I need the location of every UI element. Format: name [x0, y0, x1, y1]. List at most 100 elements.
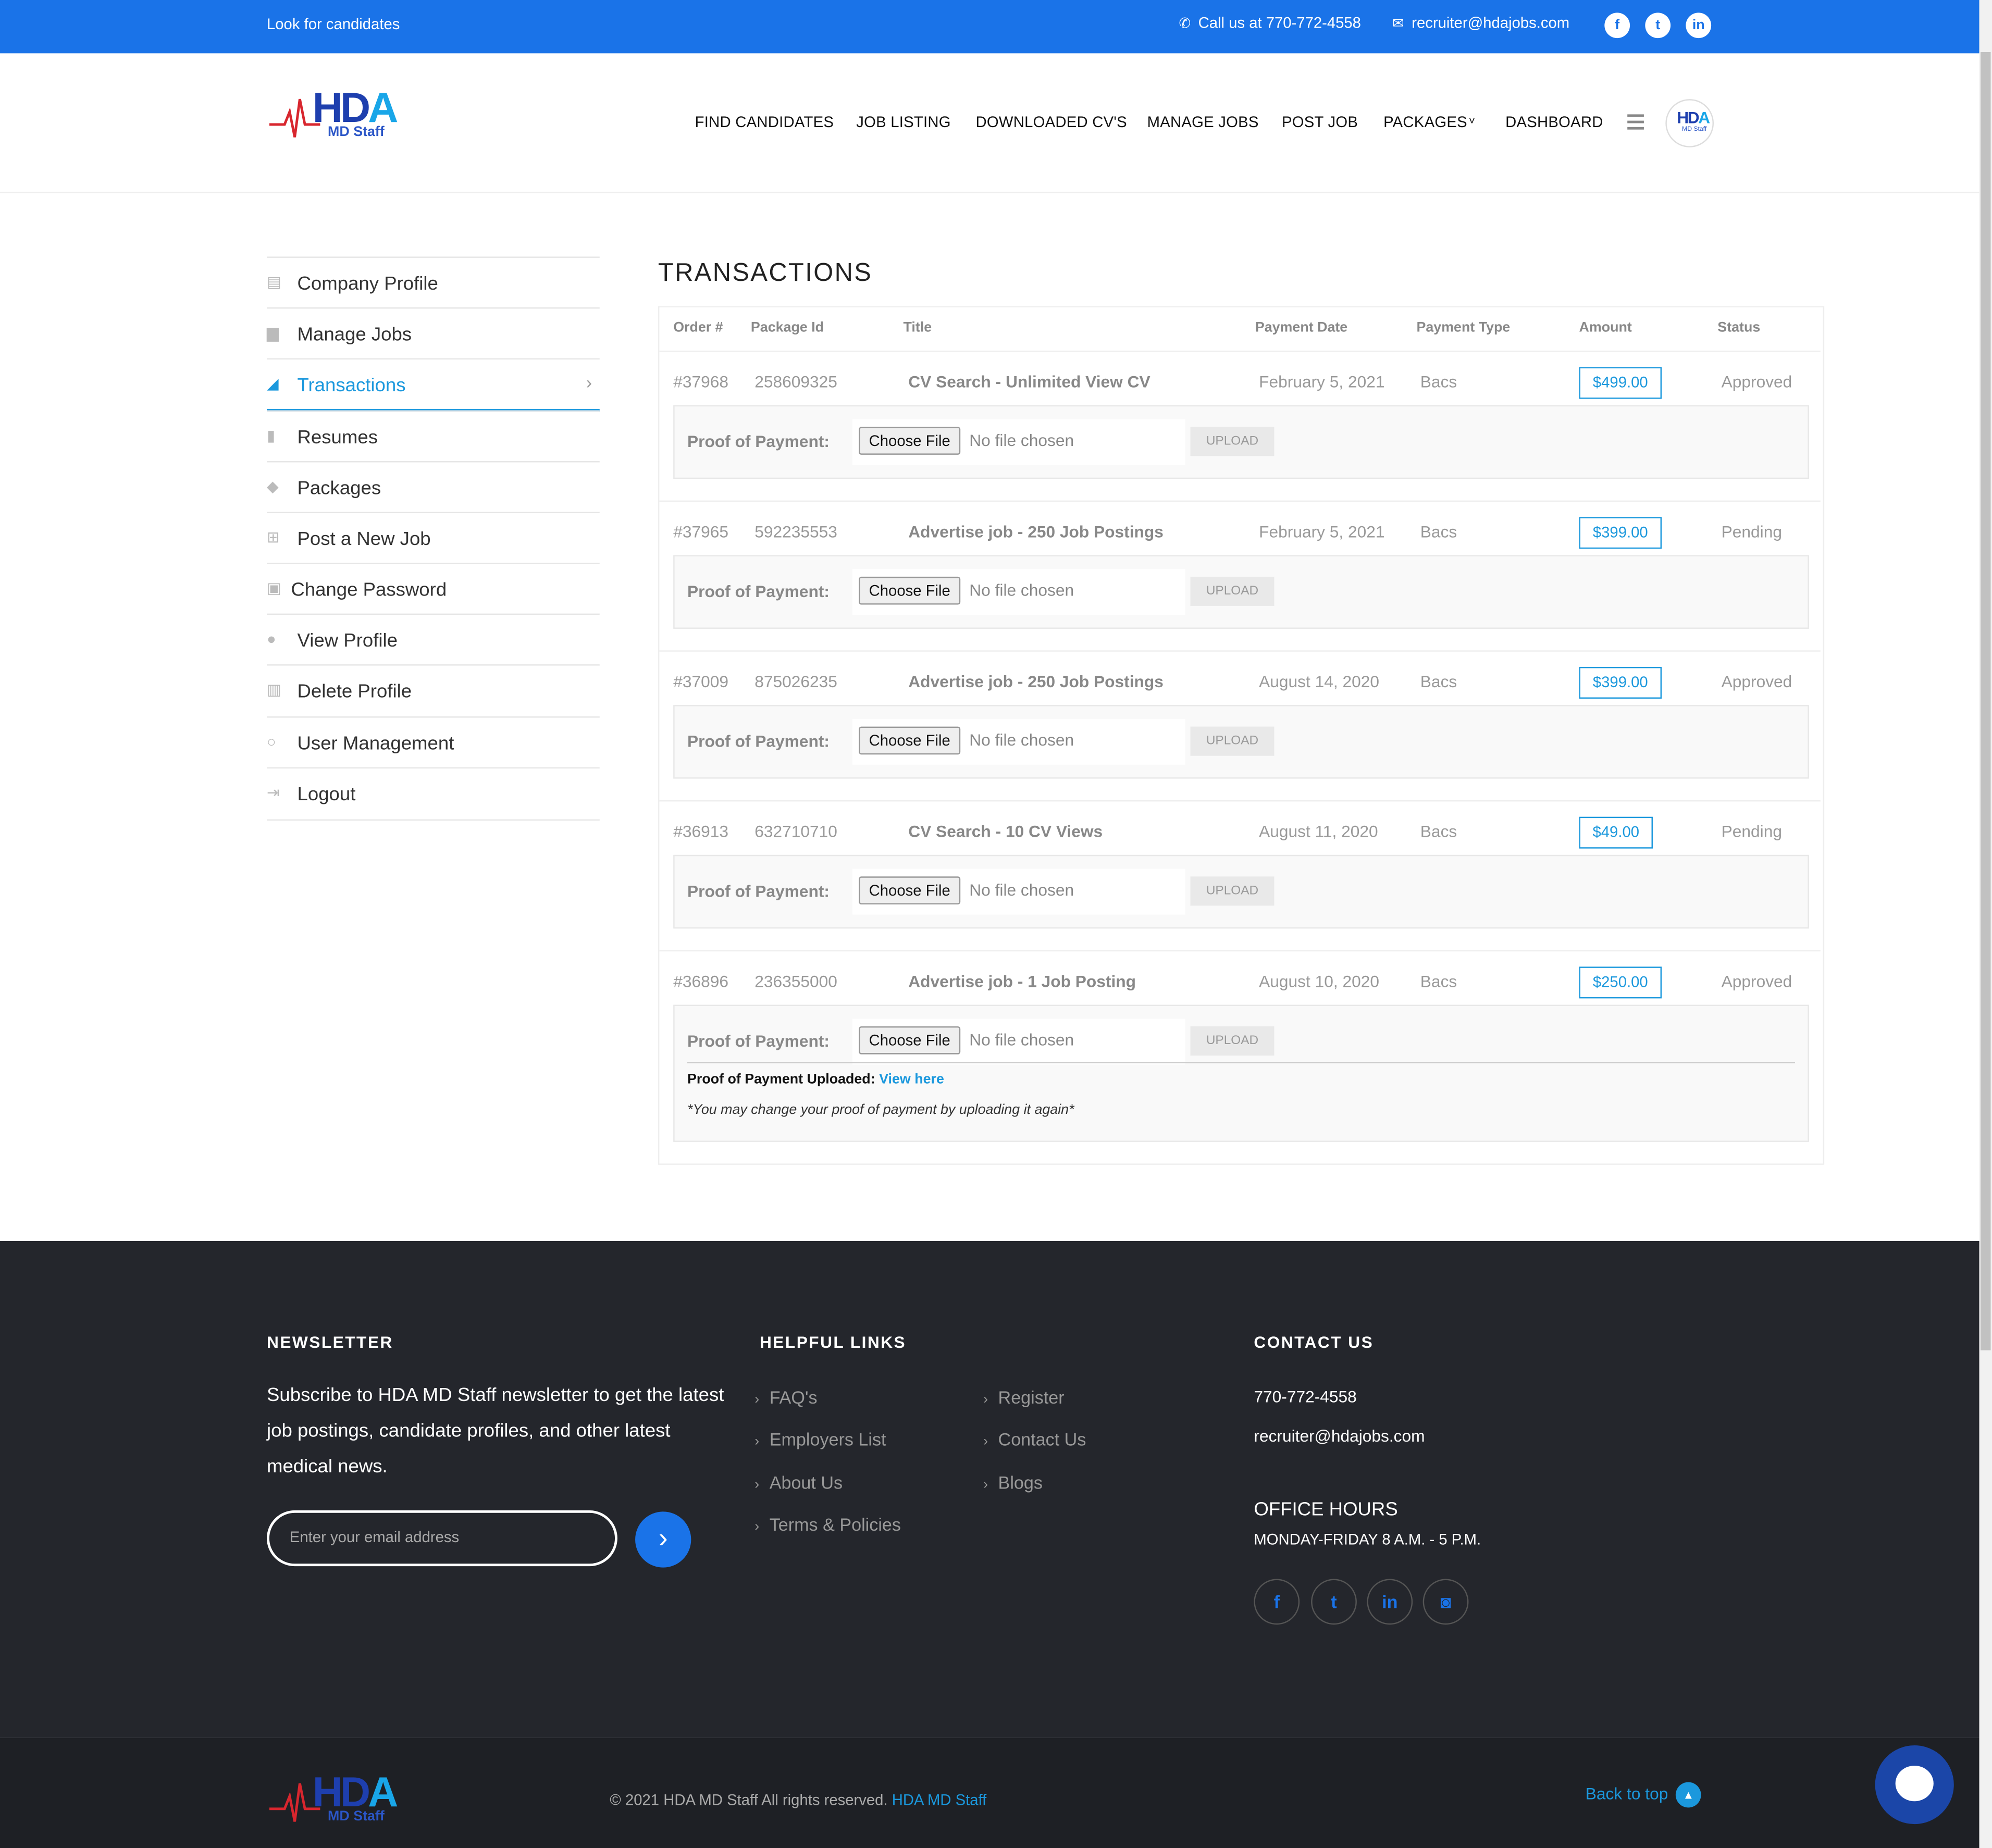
sidebar-item-resumes[interactable]: ▮ Resumes: [267, 410, 600, 463]
choose-file-button[interactable]: Choose File: [859, 427, 961, 455]
hamburger-menu-icon[interactable]: [1627, 114, 1644, 133]
nav-post-job[interactable]: POST JOB: [1282, 113, 1358, 131]
no-file-text: No file chosen: [969, 880, 1074, 900]
footer-link-label: Employers List: [769, 1429, 886, 1449]
look-for-candidates-link[interactable]: Look for candidates: [267, 15, 400, 33]
header-order: Order #: [673, 320, 723, 336]
hda-logo[interactable]: HDA MD Staff: [269, 84, 422, 160]
amount-badge: $49.00: [1579, 816, 1653, 849]
choose-file-button[interactable]: Choose File: [859, 726, 961, 755]
phone-link[interactable]: ✆ Call us at 770-772-4558: [1179, 14, 1361, 32]
status-badge: Pending: [1721, 822, 1782, 841]
back-to-top-link[interactable]: Back to top ▲: [1586, 1782, 1701, 1808]
file-input[interactable]: Choose File No file chosen: [852, 869, 1185, 915]
footer-link-faqs[interactable]: › FAQ's: [754, 1387, 817, 1407]
upload-button[interactable]: UPLOAD: [1190, 876, 1275, 906]
upload-button[interactable]: UPLOAD: [1190, 576, 1275, 606]
sidebar-item-user-management[interactable]: ○ User Management: [267, 716, 600, 768]
sidebar-item-company-profile[interactable]: ▤ Company Profile: [267, 256, 600, 308]
payment-date: August 11, 2020: [1259, 822, 1378, 841]
chat-bubble-icon: [1895, 1765, 1934, 1802]
envelope-icon: ✉: [1392, 16, 1404, 32]
chat-button[interactable]: [1875, 1745, 1954, 1825]
choose-file-button[interactable]: Choose File: [859, 576, 961, 605]
amount-badge: $399.00: [1579, 517, 1662, 549]
footer-logo[interactable]: HDA MD Staff: [269, 1768, 422, 1844]
nav-downloaded-cvs[interactable]: DOWNLOADED CV'S: [975, 113, 1127, 131]
footer-link-employers-list[interactable]: › Employers List: [754, 1429, 886, 1449]
contact-us-title: CONTACT US: [1254, 1332, 1374, 1352]
facebook-icon[interactable]: f: [1604, 13, 1630, 39]
sidebar-item-packages[interactable]: ◆ Packages: [267, 461, 600, 513]
email-link[interactable]: ✉ recruiter@hdajobs.com: [1392, 14, 1569, 32]
order-number: #37009: [673, 672, 728, 691]
footer-phone[interactable]: 770-772-4558: [1254, 1387, 1356, 1406]
sidebar-item-logout[interactable]: ⇥ Logout: [267, 767, 600, 821]
file-input[interactable]: Choose File No file chosen: [852, 1019, 1185, 1065]
choose-file-button[interactable]: Choose File: [859, 1026, 961, 1055]
trash-icon: ▥: [267, 680, 281, 699]
footer-link-about-us[interactable]: › About Us: [754, 1472, 843, 1493]
facebook-icon[interactable]: f: [1254, 1579, 1300, 1625]
sidebar-item-manage-jobs[interactable]: ▆ Manage Jobs: [267, 307, 600, 359]
footer-link-label: About Us: [769, 1472, 843, 1493]
file-input[interactable]: Choose File No file chosen: [852, 419, 1185, 465]
proof-label: Proof of Payment:: [687, 731, 830, 751]
proof-of-payment-box: Proof of Payment: Choose File No file ch…: [673, 405, 1809, 479]
row-divider: [659, 800, 1821, 802]
nav-manage-jobs[interactable]: MANAGE JOBS: [1147, 113, 1259, 131]
package-title: Advertise job - 1 Job Posting: [908, 972, 1136, 991]
payment-date: February 5, 2021: [1259, 372, 1385, 391]
copyright-text: © 2021 HDA MD Staff All rights reserved.: [610, 1791, 888, 1809]
nav-dashboard[interactable]: DASHBOARD: [1505, 113, 1603, 131]
amount-badge: $399.00: [1579, 667, 1662, 699]
linkedin-icon[interactable]: in: [1367, 1579, 1413, 1625]
footer-link-terms-policies[interactable]: › Terms & Policies: [754, 1514, 901, 1534]
nav-find-candidates[interactable]: FIND CANDIDATES: [695, 113, 834, 131]
upload-button[interactable]: UPLOAD: [1190, 1026, 1275, 1056]
proof-of-payment-box: Proof of Payment: Choose File No file ch…: [673, 854, 1809, 929]
sidebar-item-change-password[interactable]: ▣ Change Password: [267, 563, 600, 615]
scrollbar-thumb[interactable]: [1980, 52, 1991, 1350]
view-here-link[interactable]: View here: [879, 1072, 944, 1087]
header: HDA MD Staff FIND CANDIDATES JOB LISTING…: [0, 53, 1979, 193]
footer-link-blogs[interactable]: › Blogs: [983, 1472, 1043, 1493]
sidebar-item-view-profile[interactable]: ● View Profile: [267, 613, 600, 666]
upload-button[interactable]: UPLOAD: [1190, 726, 1275, 756]
choose-file-button[interactable]: Choose File: [859, 876, 961, 904]
sidebar-item-post-new-job[interactable]: ⊞ Post a New Job: [267, 512, 600, 564]
instagram-icon[interactable]: ◙: [1422, 1579, 1469, 1625]
linkedin-icon[interactable]: in: [1686, 13, 1712, 39]
twitter-icon[interactable]: t: [1311, 1579, 1357, 1625]
payment-type: Bacs: [1420, 522, 1457, 541]
upload-button[interactable]: UPLOAD: [1190, 427, 1275, 456]
top-bar: Look for candidates ✆ Call us at 770-772-…: [0, 0, 1979, 54]
chevron-right-icon: ›: [983, 1434, 988, 1449]
sidebar-item-delete-profile[interactable]: ▥ Delete Profile: [267, 664, 600, 716]
nav-job-listing[interactable]: JOB LISTING: [856, 113, 951, 131]
status-badge: Approved: [1721, 972, 1792, 991]
proof-uploaded-note: Proof of Payment Uploaded: View here: [687, 1072, 944, 1088]
subscribe-button[interactable]: ›: [635, 1511, 691, 1568]
user-icon: ●: [267, 630, 276, 648]
package-id: 236355000: [754, 972, 837, 991]
sidebar-item-transactions[interactable]: ◢ Transactions ›: [267, 358, 600, 412]
divider: [687, 1062, 1796, 1063]
avatar-logo-subtext: MD Staff: [1682, 126, 1707, 134]
twitter-icon[interactable]: t: [1645, 13, 1671, 39]
nav-packages[interactable]: PACKAGES: [1383, 113, 1467, 131]
sidebar-item-label: Delete Profile: [297, 680, 412, 703]
file-input[interactable]: Choose File No file chosen: [852, 569, 1185, 615]
package-id: 632710710: [754, 822, 837, 841]
status-badge: Approved: [1721, 372, 1792, 391]
helpful-links-title: HELPFUL LINKS: [759, 1332, 907, 1352]
avatar[interactable]: HDA MD Staff: [1665, 99, 1714, 147]
chevron-down-icon[interactable]: ˅: [1468, 114, 1475, 127]
footer-link-contact-us[interactable]: › Contact Us: [983, 1429, 1086, 1449]
footer-email[interactable]: recruiter@hdajobs.com: [1254, 1427, 1425, 1446]
briefcase-icon: ▆: [267, 324, 279, 342]
file-input[interactable]: Choose File No file chosen: [852, 718, 1185, 765]
footer-link-register[interactable]: › Register: [983, 1387, 1065, 1407]
newsletter-email-input[interactable]: Enter your email address: [267, 1510, 617, 1567]
copyright-brand-link[interactable]: HDA MD Staff: [892, 1791, 987, 1809]
